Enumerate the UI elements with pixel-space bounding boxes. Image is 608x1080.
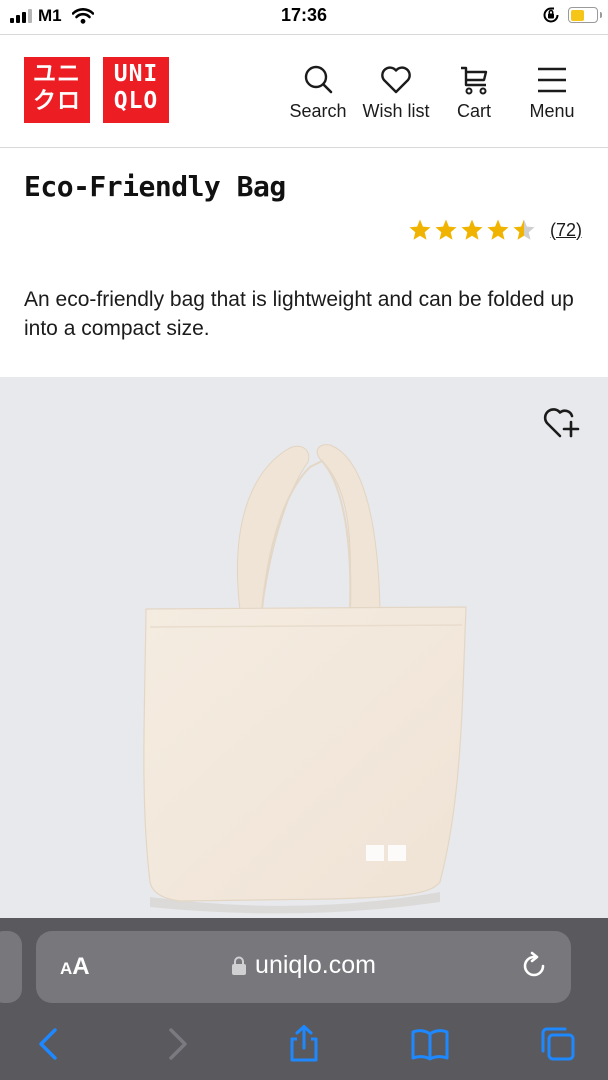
heart-plus-icon[interactable] xyxy=(542,402,582,442)
logo-box-latin: UNI QLO xyxy=(103,57,169,123)
address-bar[interactable]: AA uniqlo.com xyxy=(36,931,571,1003)
star-icon xyxy=(513,219,535,240)
wishlist-button[interactable]: Wish list xyxy=(360,63,432,122)
logo-latin-line1: UNI xyxy=(113,61,159,87)
heart-icon xyxy=(381,66,411,94)
menu-icon xyxy=(538,67,566,93)
logo-box-katakana: ユニ クロ xyxy=(24,57,90,123)
previous-tab-stub[interactable] xyxy=(0,931,22,1003)
site-header: ユニ クロ UNI QLO Search Wish list Cart Menu xyxy=(0,34,608,148)
cart-icon xyxy=(461,66,488,95)
product-description: An eco-friendly bag that is lightweight … xyxy=(24,288,574,340)
logo-latin-line2: QLO xyxy=(113,88,159,114)
cart-button[interactable]: Cart xyxy=(438,63,510,122)
product-rating[interactable]: (72) xyxy=(408,218,582,242)
wishlist-label: Wish list xyxy=(362,101,430,121)
share-icon[interactable] xyxy=(284,1024,324,1064)
forward-icon[interactable] xyxy=(158,1024,198,1064)
product-title: Eco-Friendly Bag xyxy=(24,170,286,203)
tabs-icon[interactable] xyxy=(538,1024,578,1064)
lock-icon xyxy=(232,956,247,975)
rating-stars xyxy=(408,218,536,242)
orientation-lock-icon xyxy=(543,7,559,23)
cart-label: Cart xyxy=(456,101,491,121)
logo-katakana-line2: クロ xyxy=(33,88,81,114)
reload-icon[interactable] xyxy=(519,951,549,981)
review-count-link[interactable]: (72) xyxy=(550,220,582,241)
header-nav: Search Wish list Cart Menu xyxy=(276,63,588,122)
menu-label: Menu xyxy=(529,101,575,121)
menu-button[interactable]: Menu xyxy=(516,63,588,122)
search-icon xyxy=(304,65,333,94)
search-label: Search xyxy=(289,101,347,121)
tote-bag-image xyxy=(143,444,467,914)
status-bar: M1 17:36 xyxy=(0,0,608,34)
back-icon[interactable] xyxy=(28,1024,68,1064)
logo-katakana-line1: ユニ xyxy=(33,61,81,87)
status-right xyxy=(542,6,602,24)
url-text: uniqlo.com xyxy=(255,951,376,979)
url-display[interactable]: uniqlo.com xyxy=(36,951,571,980)
safari-toolbar xyxy=(0,1018,608,1078)
star-icon xyxy=(435,219,457,240)
star-icon xyxy=(409,219,431,240)
star-icon xyxy=(487,219,509,240)
product-image[interactable] xyxy=(0,377,608,918)
star-icon xyxy=(461,219,483,240)
search-button[interactable]: Search xyxy=(282,63,354,122)
battery-icon xyxy=(568,7,602,23)
uniqlo-logo[interactable]: ユニ クロ UNI QLO xyxy=(24,57,169,123)
safari-bottom-bar: AA uniqlo.com xyxy=(0,918,608,1080)
status-time: 17:36 xyxy=(280,5,328,25)
bookmarks-icon[interactable] xyxy=(410,1024,450,1064)
